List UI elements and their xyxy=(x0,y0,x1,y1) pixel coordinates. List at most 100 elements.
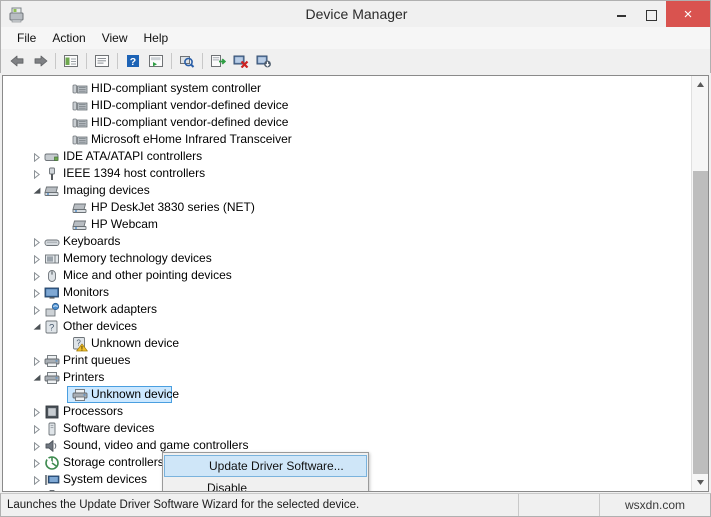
chevron-right-icon[interactable] xyxy=(32,454,42,471)
hid-device-icon xyxy=(72,115,88,131)
menu-view[interactable]: View xyxy=(94,29,136,47)
tree-item[interactable]: Network adapters xyxy=(3,301,691,318)
context-menu[interactable]: Update Driver Software...DisableUninstal… xyxy=(162,452,369,491)
system-device-icon xyxy=(44,472,60,488)
printer-icon xyxy=(44,370,60,386)
tree-item[interactable]: Unknown device xyxy=(3,386,691,403)
tree-item-label: Print queues xyxy=(63,353,131,367)
tree-item-label: HID-compliant vendor-defined device xyxy=(91,98,289,112)
uninstall-device-icon[interactable] xyxy=(230,51,252,72)
help-icon[interactable]: ? xyxy=(122,51,144,72)
mouse-icon xyxy=(44,268,60,284)
tree-item[interactable]: Memory technology devices xyxy=(3,250,691,267)
chevron-right-icon[interactable] xyxy=(32,403,42,420)
hid-device-icon xyxy=(72,132,88,148)
chevron-down-icon[interactable] xyxy=(32,318,42,335)
chevron-right-icon[interactable] xyxy=(32,165,42,182)
usb-icon xyxy=(44,489,60,491)
network-adapter-icon xyxy=(44,302,60,318)
menu-file[interactable]: File xyxy=(9,29,44,47)
context-menu-item[interactable]: Update Driver Software... xyxy=(164,455,367,477)
minimize-button[interactable] xyxy=(606,1,636,27)
chevron-right-icon[interactable] xyxy=(32,437,42,454)
chevron-right-icon[interactable] xyxy=(32,420,42,437)
tree-item-label: HID-compliant vendor-defined device xyxy=(91,115,289,129)
properties-icon[interactable] xyxy=(91,51,113,72)
ieee1394-icon xyxy=(44,166,60,182)
svg-text:?: ? xyxy=(49,322,54,333)
menu-action[interactable]: Action xyxy=(44,29,93,47)
keyboard-icon xyxy=(44,234,60,250)
chevron-down-icon[interactable] xyxy=(32,182,42,199)
device-manager-window: Device Manager × File Action View Help ? xyxy=(0,0,711,517)
tree-item[interactable]: IDE ATA/ATAPI controllers xyxy=(3,148,691,165)
menu-help[interactable]: Help xyxy=(136,29,177,47)
back-icon[interactable] xyxy=(6,51,28,72)
tree-item[interactable]: IEEE 1394 host controllers xyxy=(3,165,691,182)
tree-item[interactable]: HID-compliant system controller xyxy=(3,80,691,97)
imaging-device-icon xyxy=(44,183,60,199)
title-bar: Device Manager × xyxy=(0,0,711,27)
tree-item[interactable]: ? Other devices xyxy=(3,318,691,335)
processor-icon xyxy=(44,404,60,420)
chevron-right-icon[interactable] xyxy=(32,488,42,491)
toolbar-separator xyxy=(171,53,172,69)
tree-item-label: Network adapters xyxy=(63,302,158,316)
svg-text:!: ! xyxy=(81,345,83,352)
toolbar-separator xyxy=(202,53,203,69)
tree-item[interactable]: Print queues xyxy=(3,352,691,369)
chevron-right-icon[interactable] xyxy=(32,352,42,369)
tree-item-label: Storage controllers xyxy=(63,455,164,469)
window-controls: × xyxy=(606,1,710,28)
tree-item[interactable]: Software devices xyxy=(3,420,691,437)
other-device-icon: ? xyxy=(44,319,60,335)
device-tree[interactable]: HID-compliant system controller HID-compl… xyxy=(3,76,691,491)
tree-item[interactable]: Keyboards xyxy=(3,233,691,250)
storage-controller-icon xyxy=(44,455,60,471)
tree-item[interactable]: HP DeskJet 3830 series (NET) xyxy=(3,199,691,216)
update-driver-software-icon[interactable] xyxy=(207,51,229,72)
scroll-up-icon[interactable] xyxy=(692,76,708,93)
software-device-icon xyxy=(44,421,60,437)
maximize-button[interactable] xyxy=(636,1,666,27)
chevron-right-icon[interactable] xyxy=(32,233,42,250)
chevron-right-icon[interactable] xyxy=(32,148,42,165)
chevron-right-icon[interactable] xyxy=(32,301,42,318)
forward-icon[interactable] xyxy=(29,51,51,72)
tree-item[interactable]: ?! Unknown device xyxy=(3,335,691,352)
tree-item[interactable]: HID-compliant vendor-defined device xyxy=(3,114,691,131)
tree-item[interactable]: HP Webcam xyxy=(3,216,691,233)
tree-item-label: System devices xyxy=(63,472,148,486)
toolbar-separator xyxy=(117,53,118,69)
status-message: Launches the Update Driver Software Wiza… xyxy=(7,499,360,511)
tree-item-label: Software devices xyxy=(63,421,155,435)
vertical-scrollbar[interactable] xyxy=(691,76,708,491)
chevron-right-icon[interactable] xyxy=(32,471,42,488)
tree-item-label: IEEE 1394 host controllers xyxy=(63,166,206,180)
chevron-right-icon[interactable] xyxy=(32,250,42,267)
tree-item[interactable]: Printers xyxy=(3,369,691,386)
show-hide-console-tree-icon[interactable] xyxy=(60,51,82,72)
tree-item-label: HP DeskJet 3830 series (NET) xyxy=(91,200,255,214)
tree-item[interactable]: Monitors xyxy=(3,284,691,301)
disable-device-icon[interactable] xyxy=(253,51,275,72)
tree-item[interactable]: Processors xyxy=(3,403,691,420)
tree-item[interactable]: HID-compliant vendor-defined device xyxy=(3,97,691,114)
scrollbar-thumb[interactable] xyxy=(693,171,708,481)
chevron-right-icon[interactable] xyxy=(32,267,42,284)
tree-item[interactable]: Microsoft eHome Infrared Transceiver xyxy=(3,131,691,148)
tree-item[interactable]: Imaging devices xyxy=(3,182,691,199)
hid-device-icon xyxy=(72,98,88,114)
chevron-down-icon[interactable] xyxy=(32,369,42,386)
tree-item[interactable]: Mice and other pointing devices xyxy=(3,267,691,284)
window-title: Device Manager xyxy=(305,6,408,22)
tree-item-label: IDE ATA/ATAPI controllers xyxy=(63,149,203,163)
close-button[interactable]: × xyxy=(666,1,710,27)
tree-item-label: HP Webcam xyxy=(91,217,158,231)
scroll-down-icon[interactable] xyxy=(692,474,708,491)
chevron-right-icon[interactable] xyxy=(32,284,42,301)
context-menu-item[interactable]: Disable xyxy=(163,477,368,491)
scan-for-hardware-changes-icon[interactable] xyxy=(176,51,198,72)
display-icon[interactable] xyxy=(145,51,167,72)
ide-controller-icon xyxy=(44,149,60,165)
